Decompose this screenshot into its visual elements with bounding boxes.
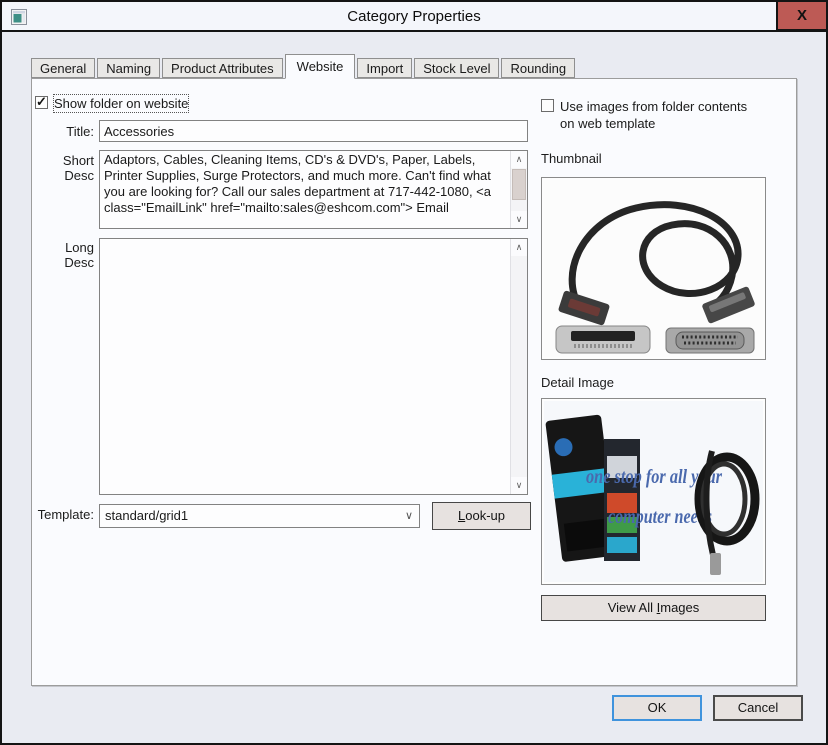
long-desc-label: Long Desc: [32, 240, 94, 270]
template-label: Template:: [32, 507, 94, 522]
printer-cable-image: [544, 180, 763, 357]
tab-product-attributes[interactable]: Product Attributes: [162, 58, 283, 78]
close-button[interactable]: X: [776, 2, 826, 31]
cancel-button[interactable]: Cancel: [713, 695, 803, 721]
checkbox-checked-icon[interactable]: ✓: [35, 96, 48, 109]
short-desc-text: Adaptors, Cables, Cleaning Items, CD's &…: [104, 152, 491, 215]
scroll-up-icon[interactable]: ∧: [511, 151, 527, 168]
short-desc-label: Short Desc: [32, 153, 94, 183]
window-title: Category Properties: [2, 2, 826, 32]
db25-connector: [666, 328, 754, 353]
detail-image-label: Detail Image: [541, 375, 614, 390]
title-input[interactable]: Accessories: [99, 120, 528, 142]
product-boxes-2: [604, 439, 640, 561]
short-desc-scrollbar[interactable]: ∧ ∨: [510, 151, 527, 228]
detail-banner-image: one stop for all your computer needs: [544, 401, 763, 582]
title-bar[interactable]: Category Properties X: [2, 2, 826, 32]
long-desc-scrollbar[interactable]: ∧ ∨: [510, 239, 527, 494]
thumbnail-image: [541, 177, 766, 360]
checkbox-unchecked-icon[interactable]: [541, 99, 554, 112]
scroll-down-icon[interactable]: ∨: [511, 211, 527, 228]
category-properties-dialog: Category Properties X General Naming Pro…: [0, 0, 828, 745]
detail-image: one stop for all your computer needs: [541, 398, 766, 585]
tab-website[interactable]: Website: [285, 54, 356, 79]
use-images-checkbox[interactable]: Use images from folder contents on web t…: [541, 98, 771, 132]
scroll-down-icon[interactable]: ∨: [511, 477, 527, 494]
tab-general[interactable]: General: [31, 58, 95, 78]
chevron-down-icon[interactable]: ∨: [405, 505, 413, 527]
lookup-button[interactable]: Look-up: [432, 502, 531, 530]
title-label: Title:: [32, 124, 94, 139]
show-folder-checkbox-label[interactable]: Show folder on website: [54, 95, 188, 112]
show-folder-checkbox[interactable]: ✓ Show folder on website: [35, 95, 188, 112]
long-desc-textarea[interactable]: ∧ ∨: [99, 238, 528, 495]
tab-rounding[interactable]: Rounding: [501, 58, 575, 78]
ok-button[interactable]: OK: [612, 695, 702, 721]
tab-strip: General Naming Product Attributes Websit…: [31, 54, 577, 78]
view-all-images-button[interactable]: View All Images: [541, 595, 766, 621]
scroll-up-icon[interactable]: ∧: [511, 239, 527, 256]
scrollbar-thumb[interactable]: [512, 169, 526, 200]
short-desc-textarea[interactable]: Adaptors, Cables, Cleaning Items, CD's &…: [99, 150, 528, 229]
template-dropdown[interactable]: standard/grid1 ∨: [99, 504, 420, 528]
tab-stock-level[interactable]: Stock Level: [414, 58, 499, 78]
template-selected-value: standard/grid1: [105, 508, 188, 523]
website-tab-panel: ✓ Show folder on website Title: Accessor…: [31, 78, 797, 686]
centronics-connector: [556, 326, 650, 353]
use-images-checkbox-label[interactable]: Use images from folder contents on web t…: [560, 98, 760, 132]
thumbnail-label: Thumbnail: [541, 151, 602, 166]
tab-naming[interactable]: Naming: [97, 58, 160, 78]
tab-import[interactable]: Import: [357, 58, 412, 78]
